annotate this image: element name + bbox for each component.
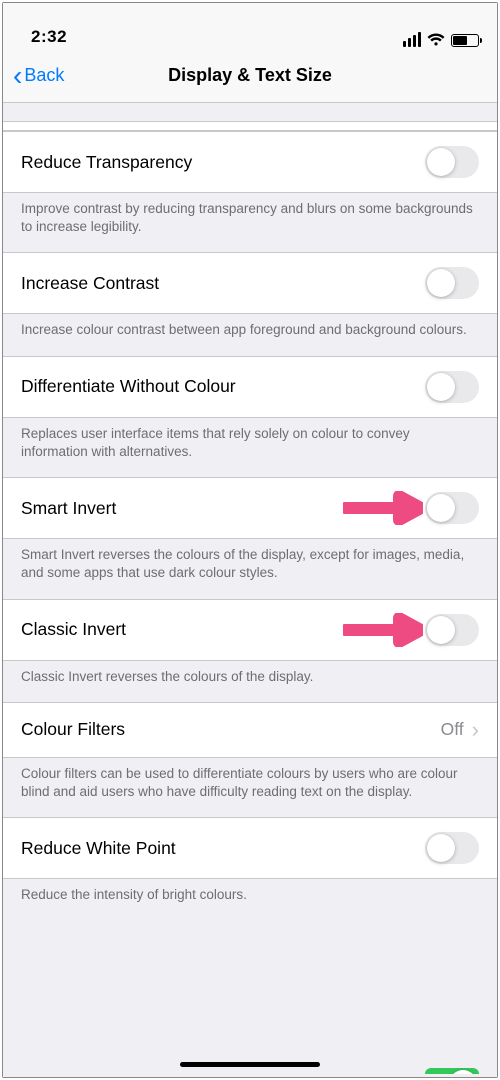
row-footer: Improve contrast by reducing transparenc… (3, 192, 497, 252)
row-label: Increase Contrast (21, 273, 159, 294)
status-time: 2:32 (31, 27, 67, 47)
toggle-classic-invert[interactable] (425, 614, 479, 646)
row-value: Off (441, 719, 464, 740)
row-label: Colour Filters (21, 719, 125, 740)
row-increase-contrast[interactable]: Increase Contrast (3, 252, 497, 314)
status-bar: 2:32 (3, 3, 497, 49)
row-label: Reduce Transparency (21, 152, 192, 173)
toggle-increase-contrast[interactable] (425, 267, 479, 299)
status-icons (403, 32, 479, 47)
settings-list[interactable]: Reduce Transparency Improve contrast by … (3, 103, 497, 1077)
row-reduce-white-point[interactable]: Reduce White Point (3, 817, 497, 879)
row-footer: Colour filters can be used to differenti… (3, 757, 497, 817)
annotation-arrow-icon (343, 613, 423, 647)
row-label: Reduce White Point (21, 838, 176, 859)
row-footer: Classic Invert reverses the colours of t… (3, 660, 497, 702)
row-label: Differentiate Without Colour (21, 376, 236, 397)
toggle-differentiate[interactable] (425, 371, 479, 403)
row-label: Smart Invert (21, 498, 116, 519)
row-colour-filters[interactable]: Colour Filters Off › (3, 702, 497, 758)
home-indicator[interactable] (180, 1062, 320, 1067)
annotation-arrow-icon (343, 491, 423, 525)
row-footer: Replaces user interface items that rely … (3, 417, 497, 477)
row-classic-invert[interactable]: Classic Invert (3, 599, 497, 661)
page-title: Display & Text Size (3, 65, 497, 86)
row-label: Classic Invert (21, 619, 126, 640)
cellular-icon (403, 32, 421, 47)
wifi-icon (427, 33, 445, 47)
back-label: Back (24, 65, 64, 86)
battery-icon (451, 34, 479, 47)
nav-header: ‹ Back Display & Text Size (3, 49, 497, 103)
chevron-right-icon: › (472, 717, 479, 743)
toggle-reduce-white-point[interactable] (425, 832, 479, 864)
row-smart-invert[interactable]: Smart Invert (3, 477, 497, 539)
back-button[interactable]: ‹ Back (3, 62, 64, 90)
chevron-left-icon: ‹ (13, 62, 22, 90)
toggle-peek (425, 1068, 479, 1074)
row-footer: Reduce the intensity of bright colours. (3, 878, 497, 910)
row-footer: Smart Invert reverses the colours of the… (3, 538, 497, 598)
row-reduce-transparency[interactable]: Reduce Transparency (3, 131, 497, 193)
row-footer: Increase colour contrast between app for… (3, 313, 497, 355)
row-differentiate-without-colour[interactable]: Differentiate Without Colour (3, 356, 497, 418)
toggle-smart-invert[interactable] (425, 492, 479, 524)
toggle-reduce-transparency[interactable] (425, 146, 479, 178)
